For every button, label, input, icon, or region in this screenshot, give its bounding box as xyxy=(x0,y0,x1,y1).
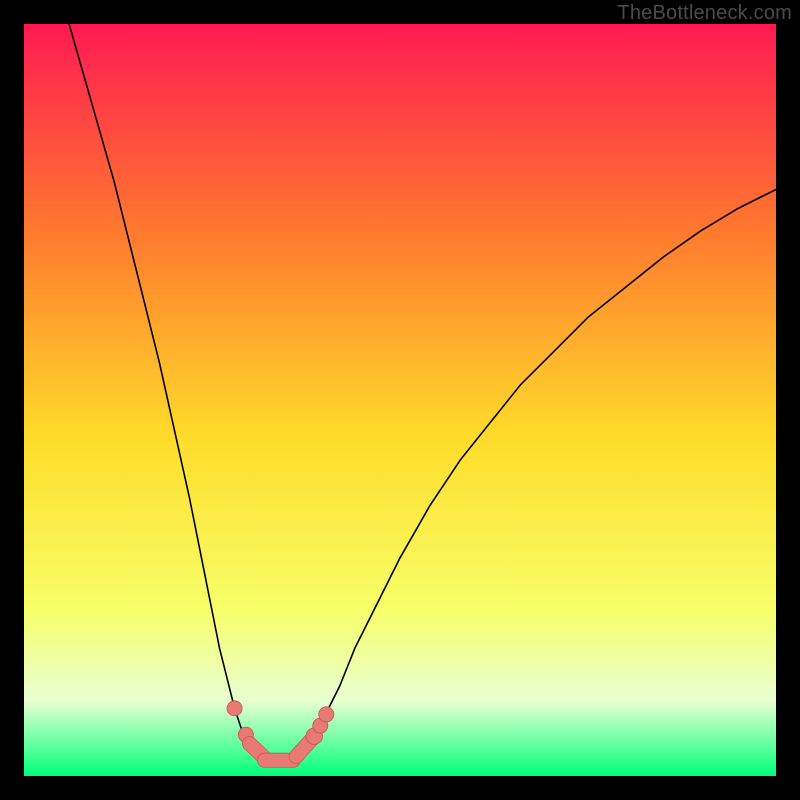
marker-dot-7 xyxy=(319,707,334,722)
marker-dot-0 xyxy=(227,701,242,716)
chart-frame xyxy=(24,24,776,776)
marker-layer xyxy=(227,701,334,760)
curve-left-branch xyxy=(69,24,257,757)
bottleneck-curve-plot xyxy=(24,24,776,776)
watermark-text: TheBottleneck.com xyxy=(617,2,792,25)
curve-right-branch xyxy=(302,189,776,757)
curve-layer xyxy=(69,24,776,761)
